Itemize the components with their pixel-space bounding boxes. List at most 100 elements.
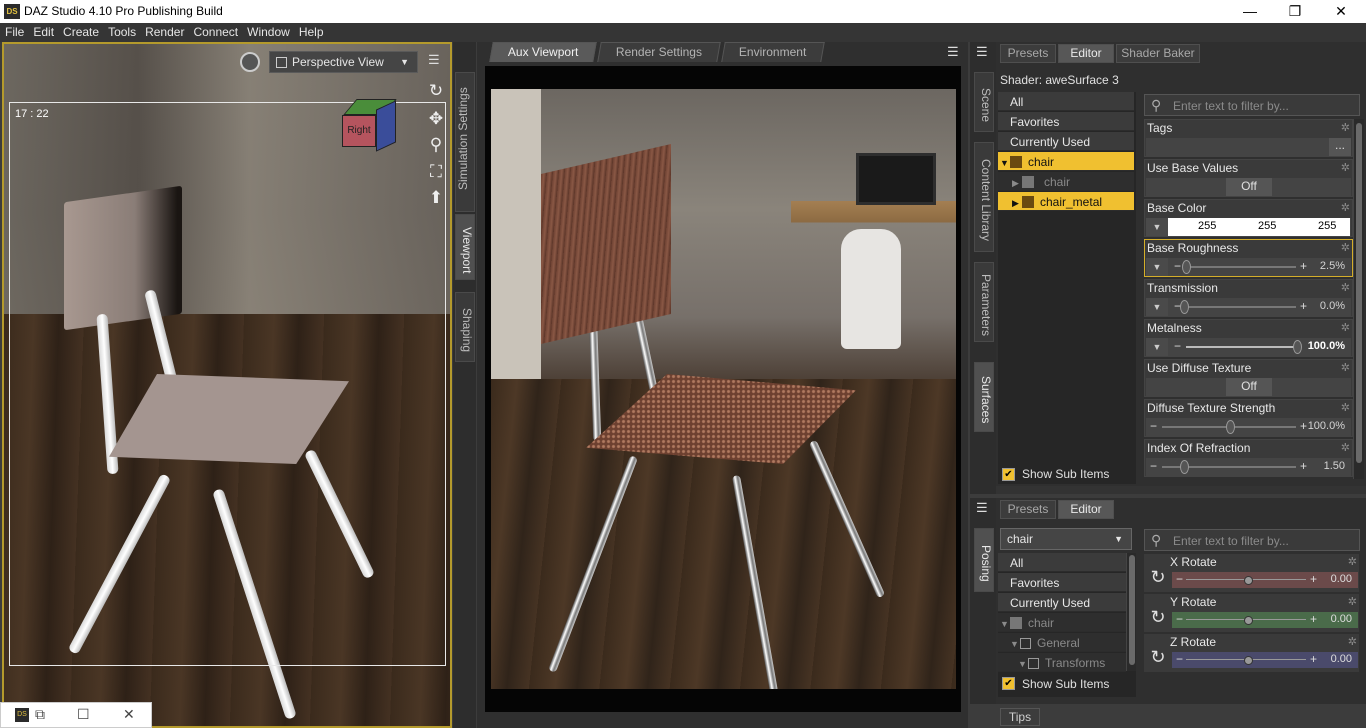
surface-chair-metal[interactable]: ▶ chair_metal — [998, 192, 1134, 211]
tags-field[interactable]: ... — [1146, 138, 1351, 156]
surface-filter-favorites[interactable]: Favorites — [998, 112, 1134, 131]
ior-knob[interactable] — [1180, 460, 1189, 474]
surfaces-tab-editor[interactable]: Editor — [1058, 44, 1114, 63]
increment-icon[interactable]: + — [1300, 419, 1307, 433]
base-roughness-dropdown[interactable]: ▼ — [1146, 258, 1168, 276]
surface-chair-material[interactable]: ▶ chair — [998, 172, 1134, 191]
posing-node-chair[interactable]: ▼ chair — [998, 613, 1126, 632]
aim-icon[interactable]: ⬆ — [424, 187, 448, 209]
expand-icon[interactable]: ▶ — [1012, 198, 1022, 209]
maximize-button[interactable]: ❐ — [1272, 0, 1318, 23]
decrement-icon[interactable]: − — [1174, 339, 1181, 353]
gear-icon[interactable]: ✲ — [1341, 321, 1350, 334]
posing-list-scroll-thumb[interactable] — [1129, 555, 1135, 665]
rotate-x-icon[interactable]: ↻ — [1146, 566, 1170, 590]
base-color-dropdown[interactable]: ▼ — [1146, 218, 1168, 236]
base-roughness-slider[interactable] — [1186, 266, 1296, 268]
ior-value[interactable]: 1.50 — [1324, 460, 1345, 472]
posing-filter-favorites[interactable]: Favorites — [998, 573, 1126, 592]
rotate-z-icon[interactable]: ↻ — [1146, 646, 1170, 670]
use-base-values-toggle[interactable]: Off — [1226, 178, 1272, 196]
increment-icon[interactable]: + — [1300, 259, 1307, 273]
posing-node-select[interactable]: chair ▼ — [1000, 528, 1132, 550]
minimize-button[interactable]: — — [1227, 0, 1273, 23]
decrement-icon[interactable]: − — [1174, 259, 1181, 273]
viewport-menu-icon[interactable]: ☰ — [428, 53, 442, 68]
base-roughness-knob[interactable] — [1182, 260, 1191, 274]
show-sub-items-checkbox[interactable]: ✔ — [1002, 468, 1015, 481]
menu-file[interactable]: File — [0, 23, 28, 39]
expand-icon[interactable]: ▼ — [1018, 659, 1028, 669]
view-select[interactable]: Perspective View ▼ — [269, 51, 418, 73]
close-button[interactable]: ✕ — [1318, 0, 1364, 23]
tips-tab[interactable]: Tips — [1000, 708, 1040, 726]
decrement-icon[interactable]: − — [1150, 419, 1157, 433]
menu-connect[interactable]: Connect — [188, 23, 242, 39]
surface-node-chair[interactable]: ▼ chair — [998, 152, 1134, 171]
increment-icon[interactable]: + — [1300, 459, 1307, 473]
y-rotate-value[interactable]: 0.00 — [1331, 613, 1352, 625]
posing-menu-icon[interactable]: ☰ — [976, 501, 990, 516]
tab-surfaces[interactable]: Surfaces — [974, 362, 994, 432]
increment-icon[interactable]: + — [1310, 572, 1317, 586]
gear-icon[interactable]: ✲ — [1341, 201, 1350, 214]
posing-show-sub-items-checkbox[interactable]: ✔ — [1002, 677, 1015, 690]
navcube-side[interactable] — [376, 100, 396, 152]
posing-list-scrollbar[interactable] — [1126, 553, 1136, 671]
decrement-icon[interactable]: − — [1150, 459, 1157, 473]
tab-simulation-settings[interactable]: Simulation Settings — [455, 72, 475, 212]
y-rotate-knob[interactable] — [1244, 616, 1253, 625]
gear-icon[interactable]: ✲ — [1341, 441, 1350, 454]
expand-icon[interactable]: ▼ — [1010, 639, 1020, 649]
drawstyle-sphere-icon[interactable] — [240, 52, 260, 72]
surfaces-scrollbar[interactable] — [1353, 119, 1364, 479]
gear-icon[interactable]: ✲ — [1341, 281, 1350, 294]
increment-icon[interactable]: + — [1300, 299, 1307, 313]
minimized-window[interactable]: DS ⧉ ☐ ✕ — [0, 702, 152, 728]
tab-environment[interactable]: Environment — [721, 42, 825, 62]
tab-scene[interactable]: Scene — [974, 72, 994, 132]
diffuse-strength-knob[interactable] — [1226, 420, 1235, 434]
z-rotate-knob[interactable] — [1244, 656, 1253, 665]
surfaces-tab-presets[interactable]: Presets — [1000, 44, 1056, 63]
panel-splitter[interactable] — [996, 486, 1366, 494]
expand-icon[interactable]: ▼ — [1000, 619, 1010, 629]
tab-shaping[interactable]: Shaping — [455, 292, 475, 362]
tab-posing[interactable]: Posing — [974, 528, 994, 592]
menu-edit[interactable]: Edit — [28, 23, 58, 39]
menu-create[interactable]: Create — [58, 23, 103, 39]
main-viewport[interactable]: 17 : 22 Perspective View ▼ ☰ Right ↻ ✥ ⚲… — [2, 42, 452, 728]
surface-filter-all[interactable]: All — [998, 92, 1134, 111]
x-rotate-slider[interactable]: − +0.00 — [1172, 572, 1358, 588]
close-icon[interactable]: ✕ — [123, 706, 135, 723]
zoom-icon[interactable]: ⚲ — [424, 134, 448, 156]
menu-help[interactable]: Help — [294, 23, 328, 39]
menu-render[interactable]: Render — [140, 23, 188, 39]
frame-icon[interactable]: ⛶ — [424, 161, 448, 183]
z-rotate-slider[interactable]: − +0.00 — [1172, 652, 1358, 668]
gear-icon[interactable]: ✲ — [1348, 595, 1357, 608]
base-color-swatch[interactable]: 255 255 255 — [1168, 218, 1350, 236]
decrement-icon[interactable]: − — [1176, 652, 1183, 666]
restore-icon[interactable]: ⧉ — [35, 706, 45, 723]
x-rotate-knob[interactable] — [1244, 576, 1253, 585]
expand-icon[interactable]: ▼ — [1000, 158, 1010, 168]
posing-filter-currently-used[interactable]: Currently Used — [998, 593, 1126, 612]
menu-tools[interactable]: Tools — [103, 23, 140, 39]
surface-filter-currently-used[interactable]: Currently Used — [998, 132, 1134, 151]
gear-icon[interactable]: ✲ — [1341, 241, 1350, 254]
gear-icon[interactable]: ✲ — [1348, 635, 1357, 648]
maximize-icon[interactable]: ☐ — [77, 706, 90, 723]
tab-render-settings[interactable]: Render Settings — [597, 42, 721, 62]
aux-render-area[interactable] — [485, 66, 961, 712]
surfaces-menu-icon[interactable]: ☰ — [976, 45, 990, 60]
metalness-value[interactable]: 100.0% — [1308, 340, 1345, 352]
gear-icon[interactable]: ✲ — [1341, 121, 1350, 134]
transmission-knob[interactable] — [1180, 300, 1189, 314]
posing-filter-input[interactable]: ⚲ Enter text to filter by... — [1144, 529, 1360, 551]
tab-aux-viewport[interactable]: Aux Viewport — [489, 42, 597, 62]
increment-icon[interactable]: + — [1310, 612, 1317, 626]
tab-content-library[interactable]: Content Library — [974, 142, 994, 252]
surface-filter-input[interactable]: ⚲ Enter text to filter by... — [1144, 94, 1360, 116]
posing-group-general[interactable]: ▼ General — [998, 633, 1126, 652]
